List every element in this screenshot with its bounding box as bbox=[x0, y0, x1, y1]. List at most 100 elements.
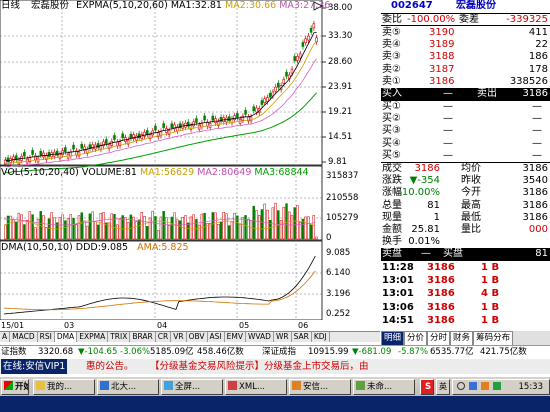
taskbar-item[interactable]: XML... bbox=[225, 379, 287, 395]
volume-bar bbox=[184, 215, 187, 240]
indicator-tab[interactable]: RSI bbox=[38, 332, 55, 342]
candle bbox=[315, 37, 318, 43]
dma-tick: 9.085 bbox=[326, 248, 351, 258]
app-icon bbox=[164, 381, 173, 390]
detail-tab[interactable]: 财务 bbox=[450, 331, 474, 346]
candle bbox=[312, 23, 316, 29]
trade-time: 14:51 bbox=[382, 314, 414, 326]
trade-sell-label: 卖盘 bbox=[382, 248, 402, 259]
taskbar-item[interactable]: 未命... bbox=[353, 379, 415, 395]
detail-tab[interactable]: 分价 bbox=[404, 331, 428, 346]
clock[interactable]: 15:33 bbox=[519, 380, 544, 394]
candle bbox=[203, 115, 206, 121]
indicator-tab[interactable]: EMV bbox=[225, 332, 246, 342]
stat-value-2: 3186 bbox=[522, 199, 548, 211]
news-ticker[interactable]: 在线:安信VIP1 惠的公告。 【分级基金交易风险提示】分级基金上市交易后，由 bbox=[0, 359, 550, 374]
candle bbox=[195, 118, 198, 123]
indicator-tab[interactable]: EXPMA bbox=[77, 332, 109, 342]
volume-bar bbox=[28, 211, 32, 240]
network-icon[interactable] bbox=[469, 382, 477, 390]
candle bbox=[216, 121, 220, 126]
stock-chart[interactable] bbox=[0, 0, 380, 320]
security-icon[interactable] bbox=[493, 382, 501, 390]
taskbar-item[interactable]: 安信... bbox=[289, 379, 351, 395]
ama-label: AMA:5.825 bbox=[137, 242, 189, 253]
indicator-tab[interactable]: MACD bbox=[10, 332, 38, 342]
candle bbox=[47, 152, 51, 157]
indicator-tab[interactable]: TRIX bbox=[108, 332, 131, 342]
volume-bar bbox=[45, 227, 48, 240]
bid-label: 买① bbox=[382, 101, 401, 112]
volume-bar bbox=[167, 225, 171, 240]
detail-tab[interactable]: 筹码分布 bbox=[473, 331, 514, 346]
indicator-tabs[interactable]: A MACD RSI DMA EXPMA TRIX BRAR CR VR OBV ASI EMV WVA… bbox=[0, 331, 380, 342]
ticker-text-2[interactable]: 【分级基金交易风险提示】分级基金上市交易后，由 bbox=[150, 359, 369, 374]
volume-bar bbox=[53, 217, 56, 240]
volume-tick: 210558 bbox=[326, 193, 359, 203]
stock-name: 宏磊股份 bbox=[31, 0, 70, 11]
detail-tab[interactable]: 分时 bbox=[427, 331, 451, 346]
weibi-value: -100.00% bbox=[407, 14, 456, 25]
date-tick: 15/01 bbox=[1, 320, 25, 331]
price-tick: 9.81 bbox=[328, 157, 347, 167]
candle bbox=[307, 35, 310, 41]
system-tray: 15:33 bbox=[452, 379, 550, 395]
trade-time: 13:01 bbox=[382, 275, 414, 287]
volume-bar bbox=[192, 214, 195, 240]
ime-lang-icon[interactable]: 英 bbox=[436, 379, 450, 395]
weibi-row: 委比 -100.00% 委差 -339325 bbox=[381, 14, 550, 27]
period-label: 日线 bbox=[1, 0, 21, 11]
chart-area[interactable]: 日线 宏磊股份 EXPMA(5,10,20,60) MA1:32.81 MA2:… bbox=[0, 0, 380, 342]
volume-bar bbox=[274, 202, 277, 240]
volume-bar bbox=[23, 224, 26, 240]
trade-price: 3186 bbox=[427, 275, 455, 287]
indicator-tab[interactable]: BRAR bbox=[130, 332, 156, 342]
candle bbox=[293, 56, 296, 61]
indicator-tab[interactable]: SAR bbox=[292, 332, 312, 342]
volume-bar bbox=[315, 236, 318, 240]
date-tick: 03 bbox=[64, 320, 75, 331]
volume-tick: 105279 bbox=[326, 213, 359, 223]
indicator-tab[interactable]: CR bbox=[156, 332, 172, 342]
volume-bar bbox=[186, 222, 190, 240]
index1-pct: -3.06% bbox=[120, 347, 151, 357]
taskbar-item[interactable]: 全屏... bbox=[161, 379, 223, 395]
detail-tab[interactable]: 明细 bbox=[381, 331, 405, 346]
candle bbox=[268, 92, 272, 98]
candle bbox=[159, 131, 163, 136]
indicator-tab[interactable]: WVAD bbox=[246, 332, 274, 342]
ticker-text-1[interactable]: 惠的公告。 bbox=[86, 359, 134, 374]
volume-bar bbox=[260, 209, 264, 240]
volume-tick: 315837 bbox=[326, 171, 359, 181]
ask-volume: 22 bbox=[535, 39, 548, 51]
online-status: 在线:安信VIP1 bbox=[1, 359, 68, 374]
detail-tabs[interactable]: 明细 分价 分时 财务 筹码分布 bbox=[381, 331, 550, 346]
volume-bar bbox=[214, 212, 217, 240]
ime-s-icon[interactable]: S bbox=[420, 379, 434, 395]
indicator-tab[interactable]: OBV bbox=[187, 332, 208, 342]
volume-bar bbox=[230, 221, 234, 240]
index2-value: 10915.99 bbox=[308, 347, 349, 357]
indicator-tab[interactable]: WR bbox=[274, 332, 292, 342]
start-button[interactable]: 开始 bbox=[1, 379, 29, 395]
volume-bar bbox=[25, 220, 29, 240]
buy-label: 买入 bbox=[382, 88, 402, 99]
vol-ma1-label: MA1:56629 bbox=[140, 167, 195, 178]
tray-app-icon[interactable] bbox=[481, 382, 489, 390]
indicator-tab[interactable]: VR bbox=[171, 332, 187, 342]
volume-bar bbox=[20, 214, 23, 240]
candle bbox=[274, 86, 277, 92]
indicator-tab[interactable]: ASI bbox=[208, 332, 225, 342]
taskbar-item[interactable]: 我的... bbox=[33, 379, 95, 395]
ask-price: 3189 bbox=[429, 39, 455, 51]
trade-row: 14:51 3186 1 B bbox=[381, 315, 550, 327]
volume-bar bbox=[233, 212, 236, 240]
stat-row: 成交 3186 均价 3186 bbox=[381, 163, 550, 175]
indicator-tab[interactable]: DMA bbox=[54, 332, 78, 342]
speaker-icon[interactable] bbox=[457, 382, 465, 390]
ask-label: 卖② bbox=[382, 63, 401, 75]
indicator-tab[interactable]: A bbox=[0, 332, 11, 342]
indicator-tab[interactable]: KDJ bbox=[312, 332, 330, 342]
volume-bar bbox=[288, 211, 291, 240]
taskbar-item[interactable]: 北大... bbox=[97, 379, 159, 395]
